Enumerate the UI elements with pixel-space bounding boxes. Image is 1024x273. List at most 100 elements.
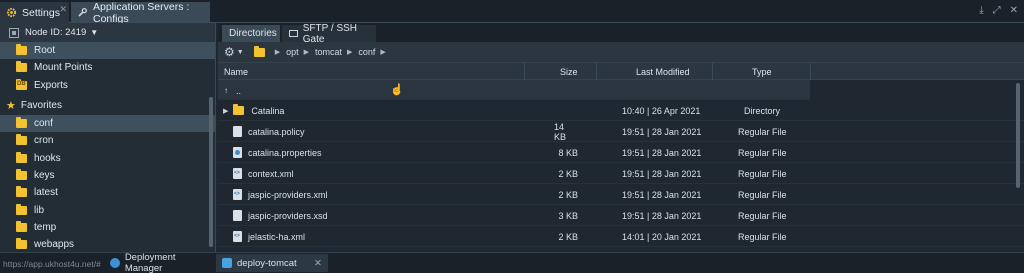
chevron-down-icon: ▼ bbox=[90, 28, 99, 37]
folder-icon bbox=[16, 220, 27, 232]
close-icon[interactable]: ✕ bbox=[59, 4, 67, 15]
file-icon bbox=[233, 210, 242, 221]
file-type: Regular File bbox=[738, 168, 787, 179]
file-size: 14 KB bbox=[554, 121, 567, 142]
chevron-right-icon: ▶ bbox=[347, 49, 353, 56]
favorite-item-label: latest bbox=[34, 187, 58, 199]
close-icon[interactable]: ✕ bbox=[314, 258, 322, 269]
favorite-item-hooks[interactable]: hooks bbox=[0, 149, 215, 166]
column-header-modified[interactable]: Last Modified bbox=[636, 63, 690, 80]
tab-application-servers-label: Application Servers : Configs bbox=[93, 0, 190, 25]
column-header-size[interactable]: Size bbox=[560, 63, 578, 80]
folder-icon bbox=[16, 61, 27, 73]
sidebar-item-exports[interactable]: Exports bbox=[0, 77, 215, 94]
up-arrow-icon: ↑ bbox=[224, 86, 228, 95]
table-row[interactable]: context.xml 2 KB 19:51 | 28 Jan 2021 Reg… bbox=[218, 163, 1024, 184]
table-header: Name Size Last Modified Type bbox=[218, 62, 1024, 80]
column-header-type[interactable]: Type bbox=[752, 63, 772, 80]
maximize-icon[interactable]: ⤢ bbox=[993, 5, 1001, 16]
file-modified: 19:51 | 28 Jan 2021 bbox=[622, 147, 702, 158]
left-panel: Node ID: 2419 ▼ Root Mount Points Export… bbox=[0, 23, 216, 252]
column-header-name[interactable]: Name bbox=[224, 63, 248, 80]
tab-deployment-manager-label: Deployment Manager bbox=[124, 252, 176, 273]
path-breadcrumb: ⚙ ▼ ▶ opt ▶ tomcat ▶ conf ▶ bbox=[218, 42, 1024, 62]
parent-directory-label: .. bbox=[236, 85, 242, 96]
sidebar-item-mount-points[interactable]: Mount Points bbox=[0, 59, 215, 76]
tab-deploy-tomcat-label: deploy-tomcat bbox=[237, 257, 297, 269]
folder-icon bbox=[16, 203, 27, 215]
favorites-label: Favorites bbox=[20, 100, 62, 112]
table-row[interactable]: catalina.policy 14 KB 19:51 | 28 Jan 202… bbox=[218, 121, 1024, 142]
environment-icon bbox=[222, 258, 232, 268]
favorite-item-conf[interactable]: conf bbox=[0, 114, 215, 133]
file-icon bbox=[233, 126, 242, 137]
favorite-item-temp[interactable]: temp bbox=[0, 219, 215, 236]
file-type: Regular File bbox=[738, 210, 787, 221]
favorite-item-label: conf bbox=[34, 118, 53, 130]
file-type: Directory bbox=[744, 105, 781, 116]
favorite-item-latest[interactable]: latest bbox=[0, 184, 215, 201]
table-row[interactable]: ▶ Catalina 10:40 | 26 Apr 2021 Directory bbox=[218, 100, 1024, 121]
right-scrollbar[interactable] bbox=[1016, 83, 1020, 188]
window-controls: ⤓ ⤢ ✕ bbox=[979, 5, 1018, 16]
table-row[interactable]: catalina.properties 8 KB 19:51 | 28 Jan … bbox=[218, 142, 1024, 163]
left-scrollbar[interactable] bbox=[209, 97, 213, 247]
top-tab-bar: Settings ✕ Application Servers : Configs… bbox=[0, 0, 1024, 25]
xml-file-icon bbox=[233, 168, 242, 179]
sidebar-item-label: Exports bbox=[34, 79, 68, 91]
tab-settings[interactable]: Settings ✕ bbox=[0, 2, 69, 23]
tab-deployment-manager[interactable]: Deployment Manager bbox=[104, 252, 214, 273]
file-browser-panel: Directories SFTP / SSH Gate ⚙ ▼ ▶ opt ▶ … bbox=[218, 23, 1024, 252]
favorite-item-label: hooks bbox=[34, 152, 61, 164]
node-selector[interactable]: Node ID: 2419 ▼ bbox=[0, 23, 215, 42]
chevron-right-icon[interactable]: ▶ bbox=[223, 107, 228, 115]
tab-application-servers[interactable]: Application Servers : Configs bbox=[71, 0, 210, 25]
file-name: catalina.policy bbox=[248, 126, 305, 137]
file-size bbox=[554, 100, 578, 121]
folder-icon bbox=[16, 238, 27, 250]
table-row[interactable]: jelastic-ha.xml 2 KB 14:01 | 20 Jan 2021… bbox=[218, 226, 1024, 247]
column-divider bbox=[712, 63, 713, 80]
file-name: jelastic-ha.xml bbox=[248, 231, 306, 242]
tab-sftp-ssh-gate[interactable]: SFTP / SSH Gate bbox=[282, 23, 376, 45]
xml-file-icon bbox=[233, 231, 242, 242]
tab-directories-label: Directories bbox=[229, 28, 277, 39]
file-size: 2 KB bbox=[558, 231, 578, 242]
close-icon[interactable]: ✕ bbox=[1010, 5, 1018, 16]
folder-icon bbox=[16, 44, 27, 56]
favorite-item-webapps[interactable]: webapps bbox=[0, 236, 215, 253]
table-row[interactable]: jaspic-providers.xml 2 KB 19:51 | 28 Jan… bbox=[218, 184, 1024, 205]
parent-directory-row[interactable]: ↑ .. bbox=[218, 80, 810, 100]
file-type: Regular File bbox=[738, 147, 787, 158]
folder-icon bbox=[16, 151, 27, 163]
favorite-item-cron[interactable]: cron bbox=[0, 132, 215, 149]
monitor-icon bbox=[289, 30, 298, 37]
favorite-item-keys[interactable]: keys bbox=[0, 167, 215, 184]
gear-icon bbox=[6, 7, 17, 18]
file-modified: 19:51 | 28 Jan 2021 bbox=[622, 126, 702, 137]
favorites-header: ★ Favorites bbox=[0, 97, 215, 115]
tab-directories[interactable]: Directories bbox=[222, 25, 280, 42]
file-size: 8 KB bbox=[558, 147, 578, 158]
tab-deploy-tomcat[interactable]: deploy-tomcat ✕ bbox=[216, 254, 328, 272]
file-type: Regular File bbox=[738, 126, 787, 137]
sidebar-item-root[interactable]: Root bbox=[0, 42, 215, 60]
file-name: Catalina bbox=[251, 105, 285, 116]
folder-icon[interactable] bbox=[253, 45, 265, 57]
breadcrumb-item[interactable]: opt bbox=[286, 47, 299, 57]
folder-icon bbox=[16, 168, 27, 180]
favorite-item-lib[interactable]: lib bbox=[0, 201, 215, 218]
table-row[interactable]: jaspic-providers.xsd 3 KB 19:51 | 28 Jan… bbox=[218, 205, 1024, 226]
file-size: 2 KB bbox=[558, 189, 578, 200]
properties-file-icon bbox=[233, 147, 242, 158]
chevron-right-icon: ▶ bbox=[274, 49, 281, 56]
star-icon: ★ bbox=[6, 100, 16, 113]
favorite-item-label: lib bbox=[34, 204, 45, 216]
chevron-down-icon[interactable]: ▼ bbox=[237, 49, 244, 56]
download-icon[interactable]: ⤓ bbox=[979, 5, 983, 16]
breadcrumb-item[interactable]: tomcat bbox=[315, 47, 342, 57]
breadcrumb-item[interactable]: conf bbox=[358, 47, 375, 57]
status-url: https://app.ukhost4u.net/# bbox=[3, 259, 101, 269]
database-folder-icon bbox=[16, 78, 27, 90]
gear-icon[interactable]: ⚙ bbox=[224, 45, 235, 59]
